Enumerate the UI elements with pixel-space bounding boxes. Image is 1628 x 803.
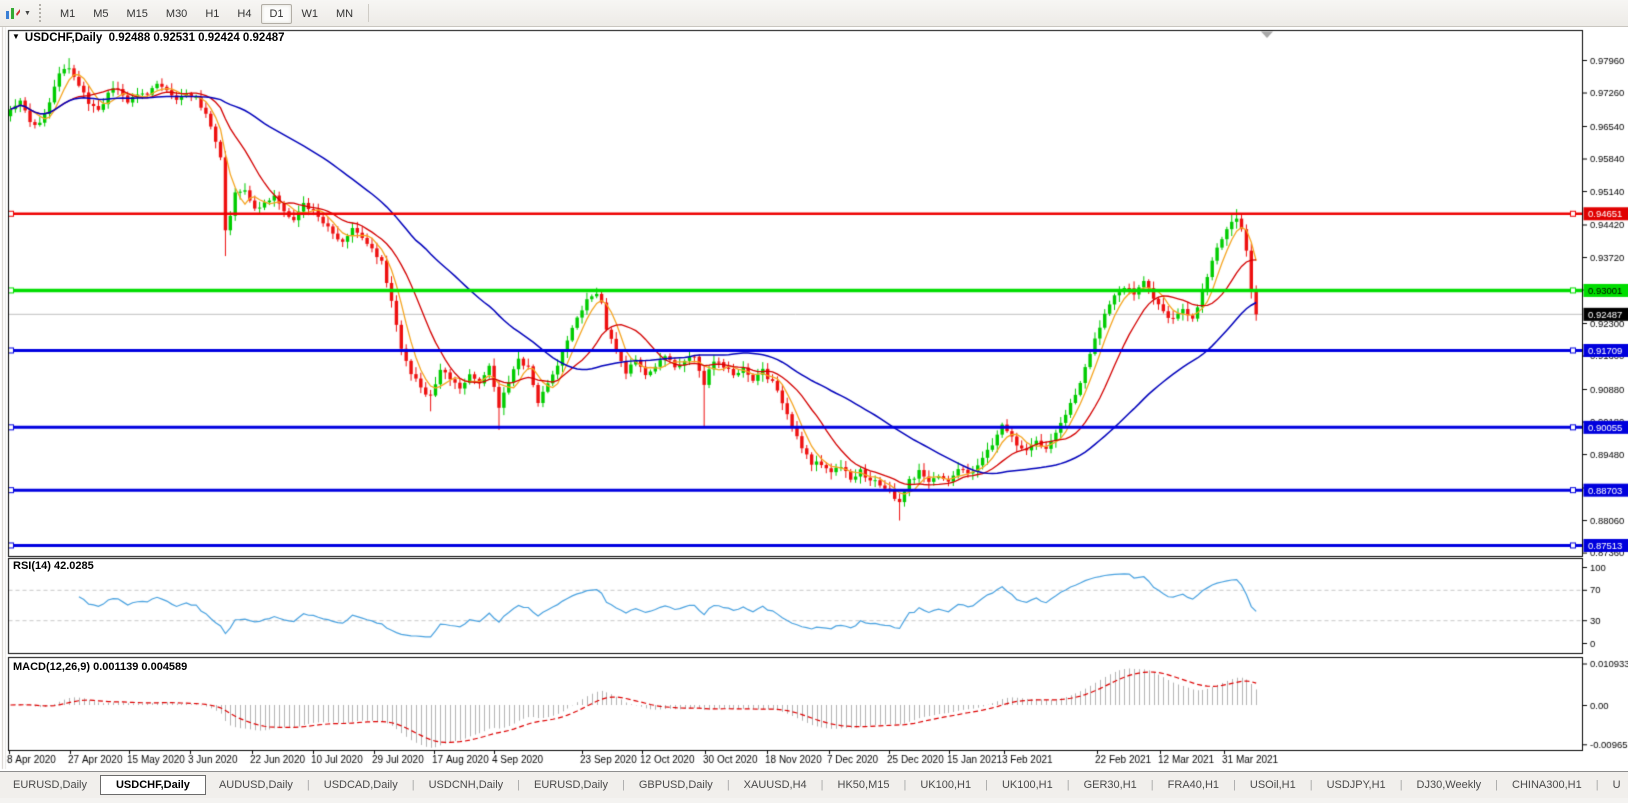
tab-u[interactable]: U [1600, 775, 1628, 795]
tab-usoil-h1[interactable]: USOil,H1 [1237, 775, 1309, 795]
tab-gbpusd-daily[interactable]: GBPUSD,Daily [626, 775, 726, 795]
chart-tabs: EURUSD,Daily USDCHF,Daily AUDUSD,Daily | USD… [0, 775, 1628, 795]
charts-toolbar-icon[interactable] [4, 5, 22, 21]
chart-ohlc-values: 0.92488 0.92531 0.92424 0.92487 [108, 32, 285, 44]
chart-symbol-label: USDCHF,Daily [24, 32, 103, 44]
tab-usdcad-daily[interactable]: USDCAD,Daily [311, 775, 411, 795]
tab-usdchf-daily[interactable]: USDCHF,Daily [99, 775, 206, 795]
top-toolbar: ▼ M1 M5 M15 M30 H1 H4 D1 W1 MN [0, 0, 1628, 27]
timeframe-button-mn[interactable]: MN [328, 4, 361, 24]
tab-uk100-h1[interactable]: UK100,H1 [907, 775, 984, 795]
tab-usdcnh-daily[interactable]: USDCNH,Daily [416, 775, 517, 795]
tab-fra40-h1[interactable]: FRA40,H1 [1155, 775, 1232, 795]
tab-ger30-h1[interactable]: GER30,H1 [1071, 775, 1150, 795]
timeframe-button-m30[interactable]: M30 [158, 4, 195, 24]
tab-audusd-daily[interactable]: AUDUSD,Daily [206, 775, 306, 795]
tab-dj30-weekly[interactable]: DJ30,Weekly [1404, 775, 1495, 795]
timeframe-buttons: M1 M5 M15 M30 H1 H4 D1 W1 MN [51, 4, 362, 24]
timeframe-button-m1[interactable]: M1 [52, 4, 83, 24]
chevron-down-icon[interactable]: ▼ [24, 10, 31, 17]
tab-china300-h1[interactable]: CHINA300,H1 [1499, 775, 1595, 795]
timeframe-button-h1[interactable]: H1 [197, 4, 227, 24]
timeframe-button-d1[interactable]: D1 [261, 4, 292, 24]
chart-title: ▼ USDCHF,Daily 0.92488 0.92531 0.92424 0.… [12, 32, 285, 44]
timeframe-button-m5[interactable]: M5 [85, 4, 116, 24]
chart-tab-bar: EURUSD,Daily USDCHF,Daily AUDUSD,Daily | USD… [0, 771, 1628, 798]
timeframe-button-h4[interactable]: H4 [229, 4, 259, 24]
rsi-indicator-label: RSI(14) 42.0285 [13, 560, 94, 572]
tab-eurusd-daily[interactable]: EURUSD,Daily [521, 775, 621, 795]
tab-uk100-h1[interactable]: UK100,H1 [989, 775, 1066, 795]
timeframe-button-m15[interactable]: M15 [119, 4, 156, 24]
chart-canvas[interactable] [0, 0, 1628, 803]
toolbar-grip [38, 4, 45, 22]
tab-usdjpy-h1[interactable]: USDJPY,H1 [1314, 775, 1399, 795]
status-strip [0, 798, 1628, 803]
tab-hk50-m15[interactable]: HK50,M15 [825, 775, 903, 795]
tab-xauusd-h4[interactable]: XAUUSD,H4 [731, 775, 820, 795]
toolbar-separator [368, 4, 370, 22]
collapse-chart-icon[interactable]: ▼ [12, 32, 20, 41]
timeframe-button-w1[interactable]: W1 [294, 4, 327, 24]
tab-eurusd-daily[interactable]: EURUSD,Daily [0, 775, 100, 795]
macd-indicator-label: MACD(12,26,9) 0.001139 0.004589 [13, 661, 188, 673]
